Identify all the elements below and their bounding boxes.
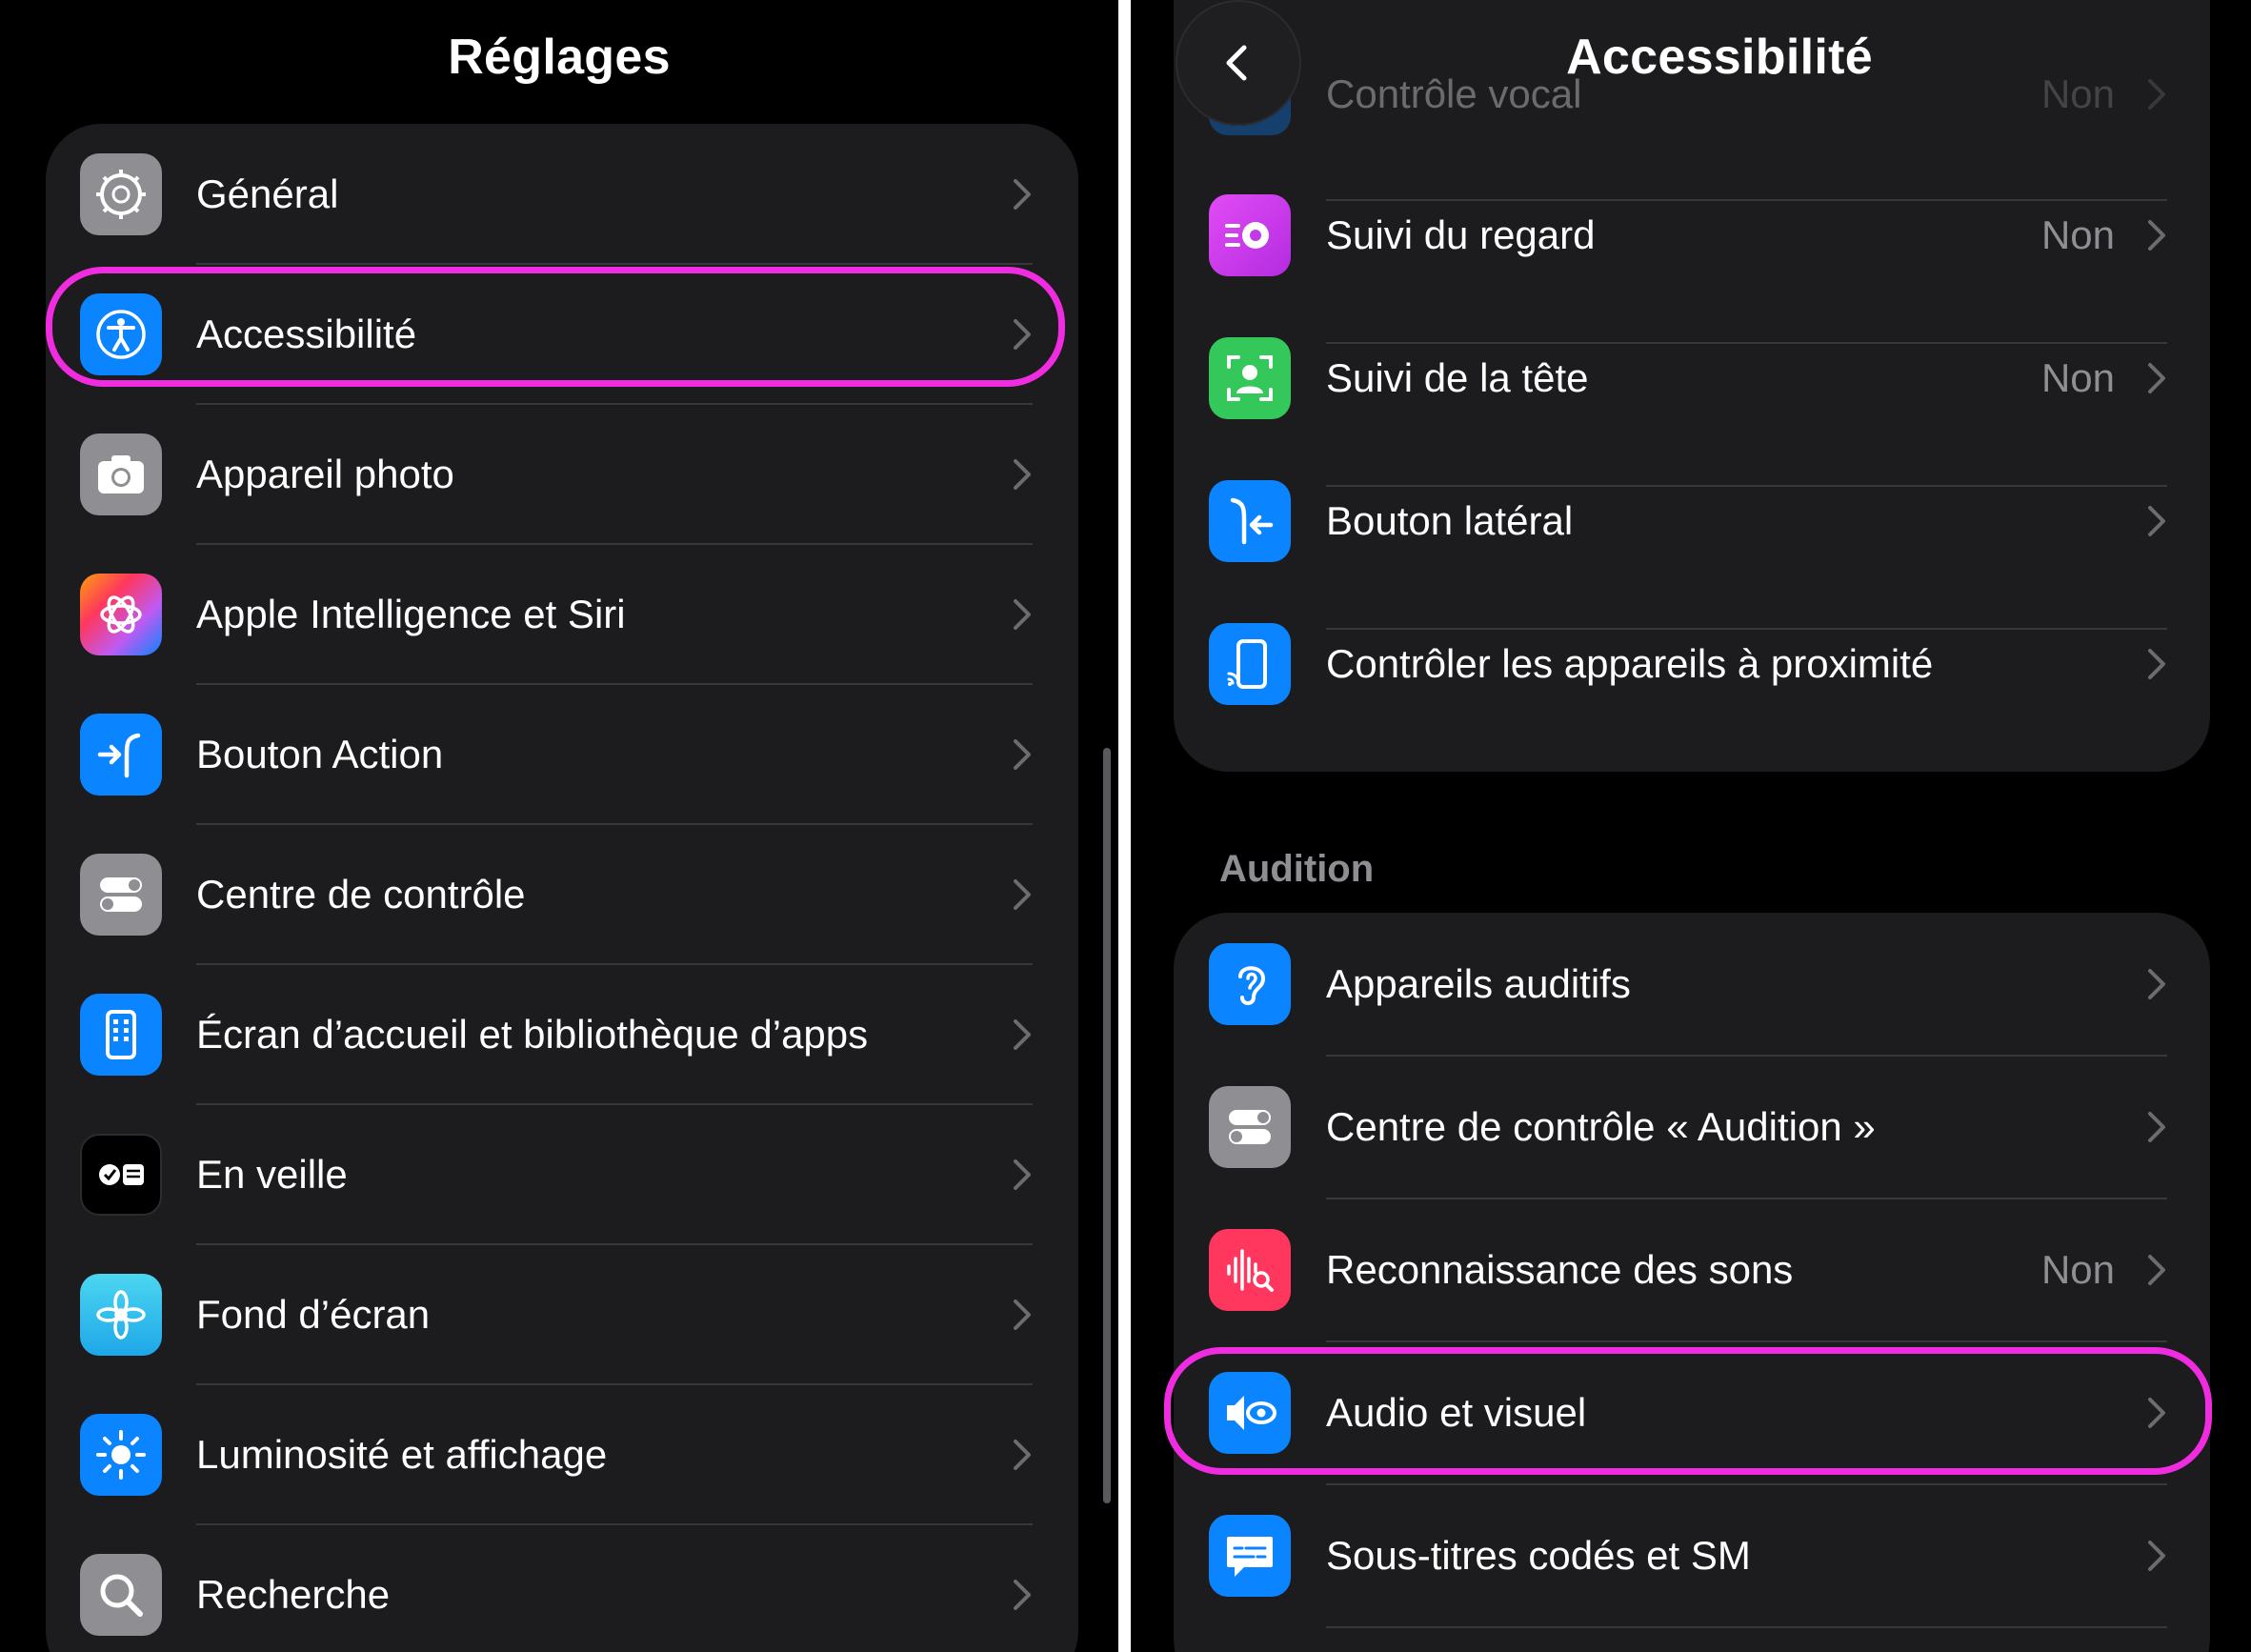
settings-item-head-tracking[interactable]: Suivi de la tête Non <box>1174 307 2210 450</box>
settings-item-wallpaper[interactable]: Fond d’écran <box>46 1244 1078 1384</box>
control-center-icon <box>80 853 162 936</box>
chevron-right-icon <box>2148 649 2165 679</box>
settings-item-label: Contrôler les appareils à proximité <box>1326 641 1934 686</box>
chevron-right-icon <box>2148 506 2165 536</box>
chevron-right-icon <box>2148 1255 2165 1285</box>
settings-item-label: Fond d’écran <box>196 1291 431 1337</box>
settings-item-label: Suivi du regard <box>1326 212 1596 257</box>
screenshot-stage: Réglages Général Accessibilité Appareil … <box>0 0 2251 1652</box>
chevron-right-icon <box>1014 1299 1031 1330</box>
settings-item-value: Non <box>2040 212 2115 257</box>
chevron-right-icon <box>1014 1579 1031 1610</box>
settings-item-label: Sous-titres codés et SM <box>1326 1533 1751 1578</box>
search-icon <box>80 1553 162 1636</box>
settings-item-control-center[interactable]: Centre de contrôle <box>46 824 1078 964</box>
chevron-right-icon <box>1014 318 1031 350</box>
settings-item-brightness[interactable]: Luminosité et affichage <box>46 1384 1078 1524</box>
settings-item-subtitles[interactable]: Sous-titres codés et SM <box>1174 1484 2210 1627</box>
settings-item-camera[interactable]: Appareil photo <box>46 404 1078 544</box>
settings-item-label: Appareils auditifs <box>1326 961 1631 1006</box>
settings-item-nearby-devices[interactable]: Contrôler les appareils à proximité <box>1174 593 2210 735</box>
settings-item-eye-tracking[interactable]: Suivi du regard Non <box>1174 164 2210 307</box>
settings-item-label: Suivi de la tête <box>1326 355 1589 400</box>
chevron-right-icon <box>1014 178 1031 210</box>
side-button-icon <box>1209 480 1291 562</box>
action-button-icon <box>80 713 162 796</box>
settings-item-label: Centre de contrôle <box>196 871 526 917</box>
settings-panel: Réglages Général Accessibilité Appareil … <box>0 0 1118 1652</box>
accessibility-icon <box>80 292 162 375</box>
settings-item-value: Non <box>2040 1247 2115 1292</box>
chevron-right-icon <box>1014 1158 1031 1190</box>
accessibility-panel: Contrôle vocal Non Suivi du regard Non S… <box>1131 0 2251 1652</box>
brightness-icon <box>80 1413 162 1496</box>
chevron-right-icon <box>2148 363 2165 393</box>
page-title: Accessibilité <box>1566 30 1873 85</box>
gear-icon <box>80 152 162 235</box>
settings-item-hearing-devices[interactable]: Appareils auditifs <box>1174 913 2210 1056</box>
panel-divider <box>1118 0 1131 1652</box>
scrollbar[interactable] <box>1103 748 1111 1503</box>
settings-item-apple-intelligence[interactable]: Apple Intelligence et Siri <box>46 544 1078 684</box>
settings-item-label: Général <box>196 171 339 216</box>
settings-item-label: Accessibilité <box>196 311 417 356</box>
settings-item-accessibility[interactable]: Accessibilité <box>46 264 1078 404</box>
settings-item-label: Bouton latéral <box>1326 498 1574 543</box>
camera-icon <box>80 433 162 515</box>
audio-visual-icon <box>1209 1372 1291 1454</box>
settings-item-label: Appareil photo <box>196 451 454 496</box>
settings-item-label: Apple Intelligence et Siri <box>196 591 626 636</box>
ear-icon <box>1209 943 1291 1025</box>
chevron-right-icon <box>2148 1398 2165 1428</box>
settings-item-label: Audio et visuel <box>1326 1390 1587 1435</box>
settings-item-sound-recognition[interactable]: Reconnaissance des sons Non <box>1174 1199 2210 1341</box>
settings-list: Général Accessibilité Appareil photo App… <box>46 124 1078 1652</box>
page-title: Réglages <box>448 30 671 85</box>
hearing-settings-group: Appareils auditifs Centre de contrôle « … <box>1174 913 2210 1652</box>
chevron-right-icon <box>1014 598 1031 630</box>
chevron-right-icon <box>2148 1541 2165 1571</box>
chevron-right-icon <box>1014 738 1031 770</box>
settings-item-hearing-control-center[interactable]: Centre de contrôle « Audition » <box>1174 1056 2210 1199</box>
settings-item-home-screen[interactable]: Écran d’accueil et bibliothèque d’apps <box>46 964 1078 1104</box>
control-center-icon <box>1209 1086 1291 1168</box>
settings-item-general[interactable]: Général <box>46 124 1078 264</box>
home-screen-icon <box>80 993 162 1076</box>
eye-tracking-icon <box>1209 194 1291 276</box>
settings-item-label: Bouton Action <box>196 731 444 776</box>
settings-item-label: Écran d’accueil et bibliothèque d’apps <box>196 1011 869 1057</box>
chevron-right-icon <box>2148 969 2165 999</box>
nearby-devices-icon <box>1209 623 1291 705</box>
sound-recognition-icon <box>1209 1229 1291 1311</box>
settings-item-label: Recherche <box>196 1571 391 1617</box>
chevron-right-icon <box>1014 458 1031 490</box>
settings-item-standby[interactable]: En veille <box>46 1104 1078 1244</box>
standby-icon <box>80 1133 162 1216</box>
wallpaper-icon <box>80 1273 162 1356</box>
settings-item-action-button[interactable]: Bouton Action <box>46 684 1078 824</box>
chevron-right-icon <box>2148 220 2165 251</box>
subtitles-icon <box>1209 1515 1291 1597</box>
settings-item-label: Luminosité et affichage <box>196 1431 608 1477</box>
settings-item-label: Centre de contrôle « Audition » <box>1326 1104 1876 1149</box>
settings-item-label: Reconnaissance des sons <box>1326 1247 1794 1292</box>
head-tracking-icon <box>1209 337 1291 419</box>
chevron-right-icon <box>1014 878 1031 910</box>
settings-item-value: Non <box>2040 355 2115 400</box>
settings-item-audio-visual[interactable]: Audio et visuel <box>1174 1341 2210 1484</box>
apple-intelligence-icon <box>80 573 162 655</box>
settings-item-search[interactable]: Recherche <box>46 1524 1078 1652</box>
chevron-right-icon <box>1014 1439 1031 1470</box>
separator <box>1326 1626 2167 1628</box>
settings-item-side-button[interactable]: Bouton latéral <box>1174 450 2210 593</box>
section-header-hearing: Audition <box>1219 848 1375 890</box>
settings-item-label: En veille <box>196 1151 348 1197</box>
chevron-right-icon <box>2148 1112 2165 1142</box>
interaction-settings-group: Contrôle vocal Non Suivi du regard Non S… <box>1174 0 2210 772</box>
chevron-right-icon <box>1014 1018 1031 1050</box>
